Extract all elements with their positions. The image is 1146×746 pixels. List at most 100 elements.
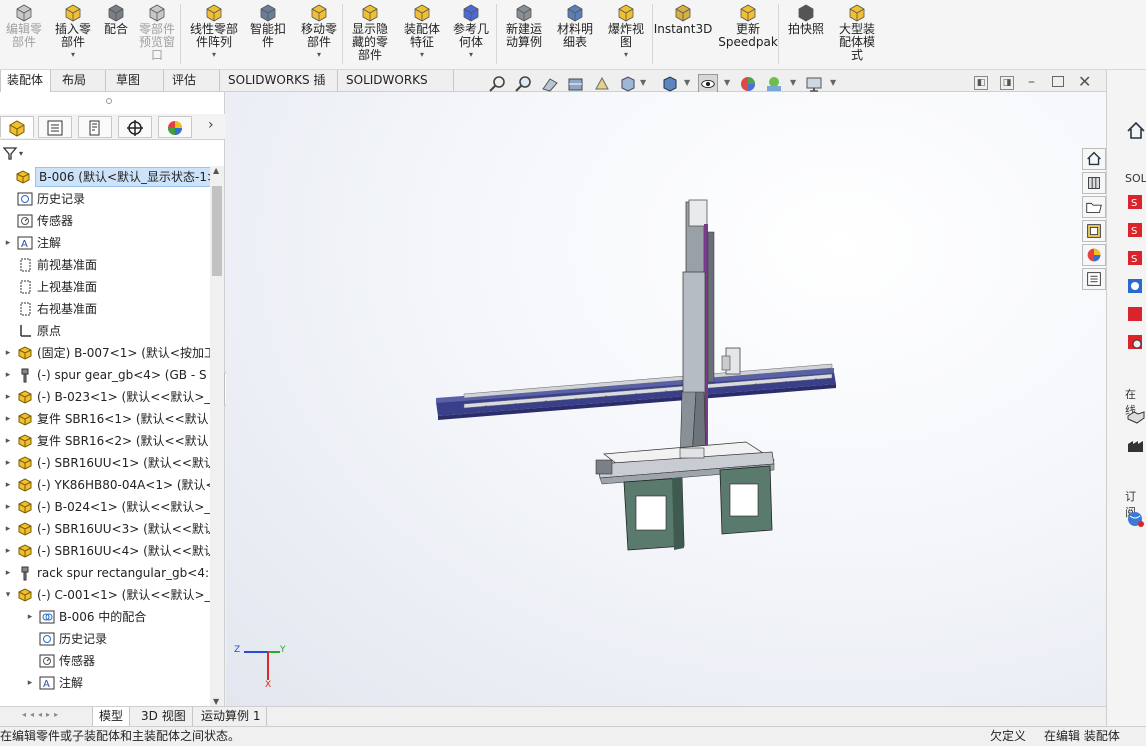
edit-appearance-icon[interactable]	[738, 74, 758, 94]
tab-layout[interactable]: 布局	[56, 70, 106, 92]
chevron-down-icon[interactable]: ▼	[684, 78, 690, 87]
solidworks-web-icon[interactable]	[1125, 304, 1146, 326]
panel-splitter-handle[interactable]	[106, 98, 112, 104]
tree-item[interactable]: 原点	[2, 320, 61, 342]
mate-button[interactable]: 配合	[100, 0, 132, 70]
expand-right-icon[interactable]: ▸	[2, 474, 14, 496]
instant3d-button[interactable]: Instant3D	[654, 0, 712, 70]
tab-evaluate[interactable]: 评估	[166, 70, 220, 92]
tree-item[interactable]: ▸ A 注解	[2, 232, 61, 254]
chevron-down-icon[interactable]: ▾	[469, 51, 473, 59]
chevron-down-icon[interactable]: ▾	[212, 51, 216, 59]
home-icon[interactable]	[1125, 120, 1146, 142]
expand-right-icon[interactable]: ▸	[24, 606, 36, 628]
view-palette-tab[interactable]	[1082, 220, 1106, 242]
tab-property-manager[interactable]	[38, 116, 72, 138]
tab-display-manager[interactable]	[158, 116, 192, 138]
chevron-right-icon[interactable]: ›	[208, 117, 214, 133]
maximize-icon[interactable]	[1052, 76, 1064, 87]
chevron-down-icon[interactable]: ▼	[640, 78, 646, 87]
tree-item[interactable]: 前视基准面	[2, 254, 97, 276]
solidworks-assembly-icon[interactable]: S	[1125, 220, 1146, 242]
expand-right-icon[interactable]: ▸	[2, 540, 14, 562]
file-explorer-tab[interactable]	[1082, 196, 1106, 218]
tab-navigation-arrows-icon[interactable]: ◂◂◂▸▸	[22, 710, 62, 719]
expand-right-icon[interactable]: ▸	[2, 408, 14, 430]
previous-view-icon[interactable]	[540, 74, 560, 94]
linear-pattern-button[interactable]: 线性零部 件阵列 ▾	[186, 0, 242, 70]
tree-item[interactable]: ▸ (-) spur gear_gb<4> (GB - S	[2, 364, 207, 386]
tab-dimxpert[interactable]	[118, 116, 152, 138]
bom-button[interactable]: 材料明 细表	[554, 0, 596, 70]
hide-show-items-icon[interactable]	[698, 74, 718, 94]
explode-button[interactable]: 爆炸视 图 ▾	[604, 0, 648, 70]
tree-item[interactable]: ▸ B-006 中的配合	[24, 606, 147, 628]
tree-item[interactable]: ▸ 复件 SBR16<2> (默认<<默认	[2, 430, 209, 452]
filter-button[interactable]: ▾	[2, 144, 23, 162]
restore-left-icon[interactable]: ◧	[974, 76, 988, 90]
solidworks-drawing-icon[interactable]: S	[1125, 248, 1146, 270]
update-speedpak-button[interactable]: 更新 Speedpak	[718, 0, 778, 70]
factory-icon[interactable]	[1125, 434, 1146, 456]
dynamic-annotation-icon[interactable]	[592, 74, 612, 94]
tree-item[interactable]: ▸ (-) SBR16UU<1> (默认<<默认	[2, 452, 210, 474]
chevron-down-icon[interactable]: ▾	[317, 51, 321, 59]
close-icon[interactable]: ✕	[1078, 72, 1091, 91]
chevron-down-icon[interactable]: ▾	[624, 51, 628, 59]
edit-part-button[interactable]: 编辑零 部件	[4, 0, 44, 70]
graphics-area[interactable]: Z Y X	[226, 92, 1106, 706]
large-asm-button[interactable]: 大型装 配体模 式	[834, 0, 880, 70]
solidworks-part-icon[interactable]: S	[1125, 192, 1146, 214]
edrawings-icon[interactable]	[1125, 276, 1146, 298]
ref-geometry-button[interactable]: 参考几 何体 ▾	[448, 0, 494, 70]
expand-right-icon[interactable]: ▸	[2, 452, 14, 474]
section-view-icon[interactable]	[566, 74, 586, 94]
tab-feature-manager[interactable]	[0, 116, 34, 138]
display-style-icon[interactable]	[660, 74, 680, 94]
appearances-tab[interactable]	[1082, 244, 1106, 266]
tree-item[interactable]: 历史记录	[24, 628, 107, 650]
tree-item[interactable]: ▾ (-) C-001<1> (默认<<默认>_	[2, 584, 210, 606]
chevron-down-icon[interactable]: ▼	[724, 78, 730, 87]
chevron-down-icon[interactable]: ▼	[790, 78, 796, 87]
tree-item[interactable]: 传感器	[24, 650, 95, 672]
view-orientation-icon[interactable]	[618, 74, 638, 94]
tree-item[interactable]: ▸ (固定) B-007<1> (默认<按加工	[2, 342, 210, 364]
tab-assembly[interactable]: 装配体	[0, 70, 51, 92]
tab-3d-view[interactable]: 3D 视图	[135, 707, 193, 727]
scroll-down-icon[interactable]: ▼	[213, 697, 219, 706]
globe-icon[interactable]	[1125, 508, 1146, 530]
part-preview-button[interactable]: 零部件 预览窗 口	[136, 0, 178, 70]
chevron-down-icon[interactable]: ▼	[830, 78, 836, 87]
apply-scene-icon[interactable]	[764, 74, 784, 94]
expand-right-icon[interactable]: ▸	[2, 496, 14, 518]
tree-item[interactable]: 上视基准面	[2, 276, 97, 298]
tab-configuration-manager[interactable]	[78, 116, 112, 138]
custom-properties-tab[interactable]	[1082, 268, 1106, 290]
restore-right-icon[interactable]: ◨	[1000, 76, 1014, 90]
chevron-down-icon[interactable]: ▾	[71, 51, 75, 59]
tree-item[interactable]: ▸ A 注解	[24, 672, 83, 694]
asm-feature-button[interactable]: 装配体 特征 ▾	[400, 0, 444, 70]
tree-item[interactable]: ▸ (-) B-023<1> (默认<<默认>_	[2, 386, 210, 408]
tab-solidworks-addins[interactable]: SOLIDWORKS 插件	[222, 70, 338, 108]
chevron-down-icon[interactable]: ▾	[420, 51, 424, 59]
tree-item[interactable]: 右视基准面	[2, 298, 97, 320]
insert-part-button[interactable]: 插入零 部件 ▾	[52, 0, 94, 70]
move-part-button[interactable]: 移动零 部件 ▾	[296, 0, 342, 70]
tree-item[interactable]: ▸ rack spur rectangular_gb<4:	[2, 562, 209, 584]
tree-item[interactable]: ▸ (-) SBR16UU<3> (默认<<默认	[2, 518, 210, 540]
scroll-up-icon[interactable]: ▲	[213, 166, 219, 175]
expand-right-icon[interactable]: ▸	[2, 232, 14, 254]
tree-scrollbar[interactable]: ▲ ▼	[210, 166, 224, 706]
expand-right-icon[interactable]: ▸	[2, 386, 14, 408]
search-parts-icon[interactable]	[1125, 332, 1146, 354]
tree-item[interactable]: 传感器	[2, 210, 73, 232]
handshake-icon[interactable]	[1125, 406, 1146, 428]
expand-right-icon[interactable]: ▸	[2, 430, 14, 452]
minimize-icon[interactable]: –	[1028, 74, 1035, 90]
expand-right-icon[interactable]: ▸	[2, 518, 14, 540]
tab-solidworks-mbd[interactable]: SOLIDWORKS MBD	[340, 70, 454, 108]
tab-motion-study[interactable]: 运动算例 1	[195, 707, 268, 727]
smart-fastener-button[interactable]: 智能扣 件	[248, 0, 288, 70]
